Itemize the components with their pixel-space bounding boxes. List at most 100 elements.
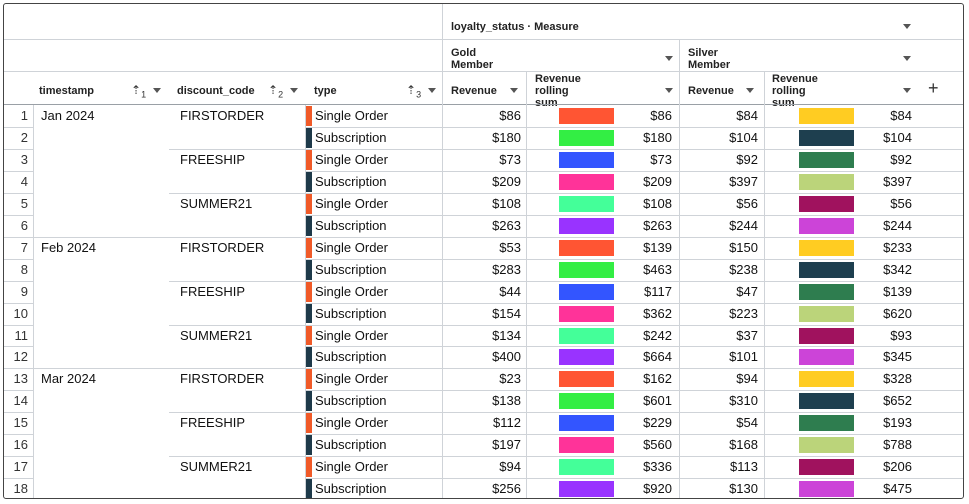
cell-silver-revenue: $92 [736,151,758,167]
cell-gold-rolling-sum: $117 [644,283,672,299]
color-swatch [559,108,614,124]
group-gold-member[interactable]: Gold Member [451,47,493,71]
type-color-bar [306,127,312,148]
pivot-table: loyalty_status · Measure Gold Member Sil… [3,3,964,499]
row-number: 13 [13,371,28,387]
cell-type: Single Order [315,415,388,431]
chevron-down-icon[interactable] [153,88,161,93]
color-swatch [799,371,854,388]
cell-gold-revenue: $86 [499,108,521,123]
row-divider [305,302,963,304]
chevron-down-icon[interactable] [903,56,911,61]
column-divider [679,40,680,498]
cell-silver-revenue: $238 [729,261,758,277]
row-divider [4,412,33,414]
row-divider [4,456,33,458]
chevron-down-icon[interactable] [665,56,673,61]
cell-discount-code: FIRSTORDER [180,239,265,255]
col-gold-rolling-sum[interactable]: Revenue rolling sum [535,73,581,109]
chevron-down-icon[interactable] [903,88,911,93]
cell-silver-rolling-sum: $342 [883,261,912,277]
cell-gold-revenue: $400 [492,349,521,365]
sort-indicator[interactable]: ⇡3 [406,83,421,99]
color-swatch [799,173,854,190]
row-divider [305,214,963,216]
cell-gold-rolling-sum: $920 [643,481,672,497]
type-color-bar [306,369,312,390]
cell-gold-rolling-sum: $362 [643,305,672,321]
row-divider [4,170,33,172]
row-number: 18 [13,481,28,497]
chevron-down-icon[interactable] [746,88,754,93]
cell-gold-rolling-sum: $73 [650,151,672,167]
col-silver-rolling-sum[interactable]: Revenue rolling sum [772,73,818,109]
cell-type: Subscription [315,129,387,145]
row-divider [4,258,33,260]
chevron-down-icon[interactable] [510,88,518,93]
sort-badge: 3 [416,89,422,100]
color-swatch [799,437,854,454]
cell-type: Single Order [315,195,388,211]
row-divider [305,170,963,172]
row-divider [305,434,963,436]
row-number: 2 [20,129,28,145]
row-divider [169,324,963,326]
cell-type: Single Order [315,371,388,387]
cell-gold-rolling-sum: $86 [650,108,672,123]
header-divider [4,71,963,72]
row-divider [169,280,963,282]
cell-type: Subscription [315,437,387,453]
row-number: 17 [13,459,28,475]
col-type[interactable]: type [314,80,337,102]
cell-gold-revenue: $283 [492,261,521,277]
chevron-down-icon[interactable] [290,88,298,93]
col-timestamp[interactable]: timestamp [39,80,94,102]
color-swatch [799,217,854,234]
col-discount-code[interactable]: discount_code [177,80,255,102]
cell-silver-revenue: $37 [736,327,758,343]
cell-type: Single Order [315,327,388,343]
row-divider [305,346,963,348]
cell-gold-rolling-sum: $242 [643,327,672,343]
row-number: 12 [13,349,28,365]
cell-type: Single Order [315,239,388,255]
cell-discount-code: FREESHIP [180,415,246,431]
sort-indicator[interactable]: ⇡2 [268,83,283,99]
cell-type: Subscription [315,173,387,189]
cell-silver-rolling-sum: $56 [890,195,912,211]
cell-gold-rolling-sum: $139 [643,239,672,255]
col-gold-revenue[interactable]: Revenue [451,80,497,102]
cell-silver-rolling-sum: $620 [883,305,912,321]
color-swatch [559,393,614,410]
type-color-bar [306,215,312,236]
row-divider [305,258,963,260]
cell-gold-rolling-sum: $601 [643,393,672,409]
row-number: 9 [20,283,28,299]
row-divider [4,346,33,348]
type-color-bar [306,149,312,170]
row-number: 3 [20,151,28,167]
chevron-down-icon[interactable] [903,24,911,29]
row-divider [4,434,33,436]
pivot-title[interactable]: loyalty_status · Measure [451,16,871,38]
add-column-button[interactable]: + [928,78,939,99]
row-divider [4,390,33,392]
cell-silver-revenue: $130 [729,481,758,497]
cell-silver-rolling-sum: $345 [883,349,912,365]
color-swatch [559,195,614,212]
cell-silver-rolling-sum: $84 [890,108,912,123]
chevron-down-icon[interactable] [428,88,436,93]
type-color-bar [306,391,312,412]
cell-gold-rolling-sum: $664 [643,349,672,365]
chevron-down-icon[interactable] [665,88,673,93]
cell-gold-revenue: $134 [492,327,521,343]
row-number: 5 [20,195,28,211]
cell-silver-revenue: $54 [736,415,758,431]
color-swatch [799,239,854,256]
cell-silver-revenue: $101 [729,349,758,365]
col-silver-revenue[interactable]: Revenue [688,80,734,102]
sort-indicator[interactable]: ⇡1 [131,83,146,99]
group-silver-member[interactable]: Silver Member [688,47,730,71]
cell-gold-revenue: $73 [499,151,521,167]
cell-type: Subscription [315,481,387,497]
